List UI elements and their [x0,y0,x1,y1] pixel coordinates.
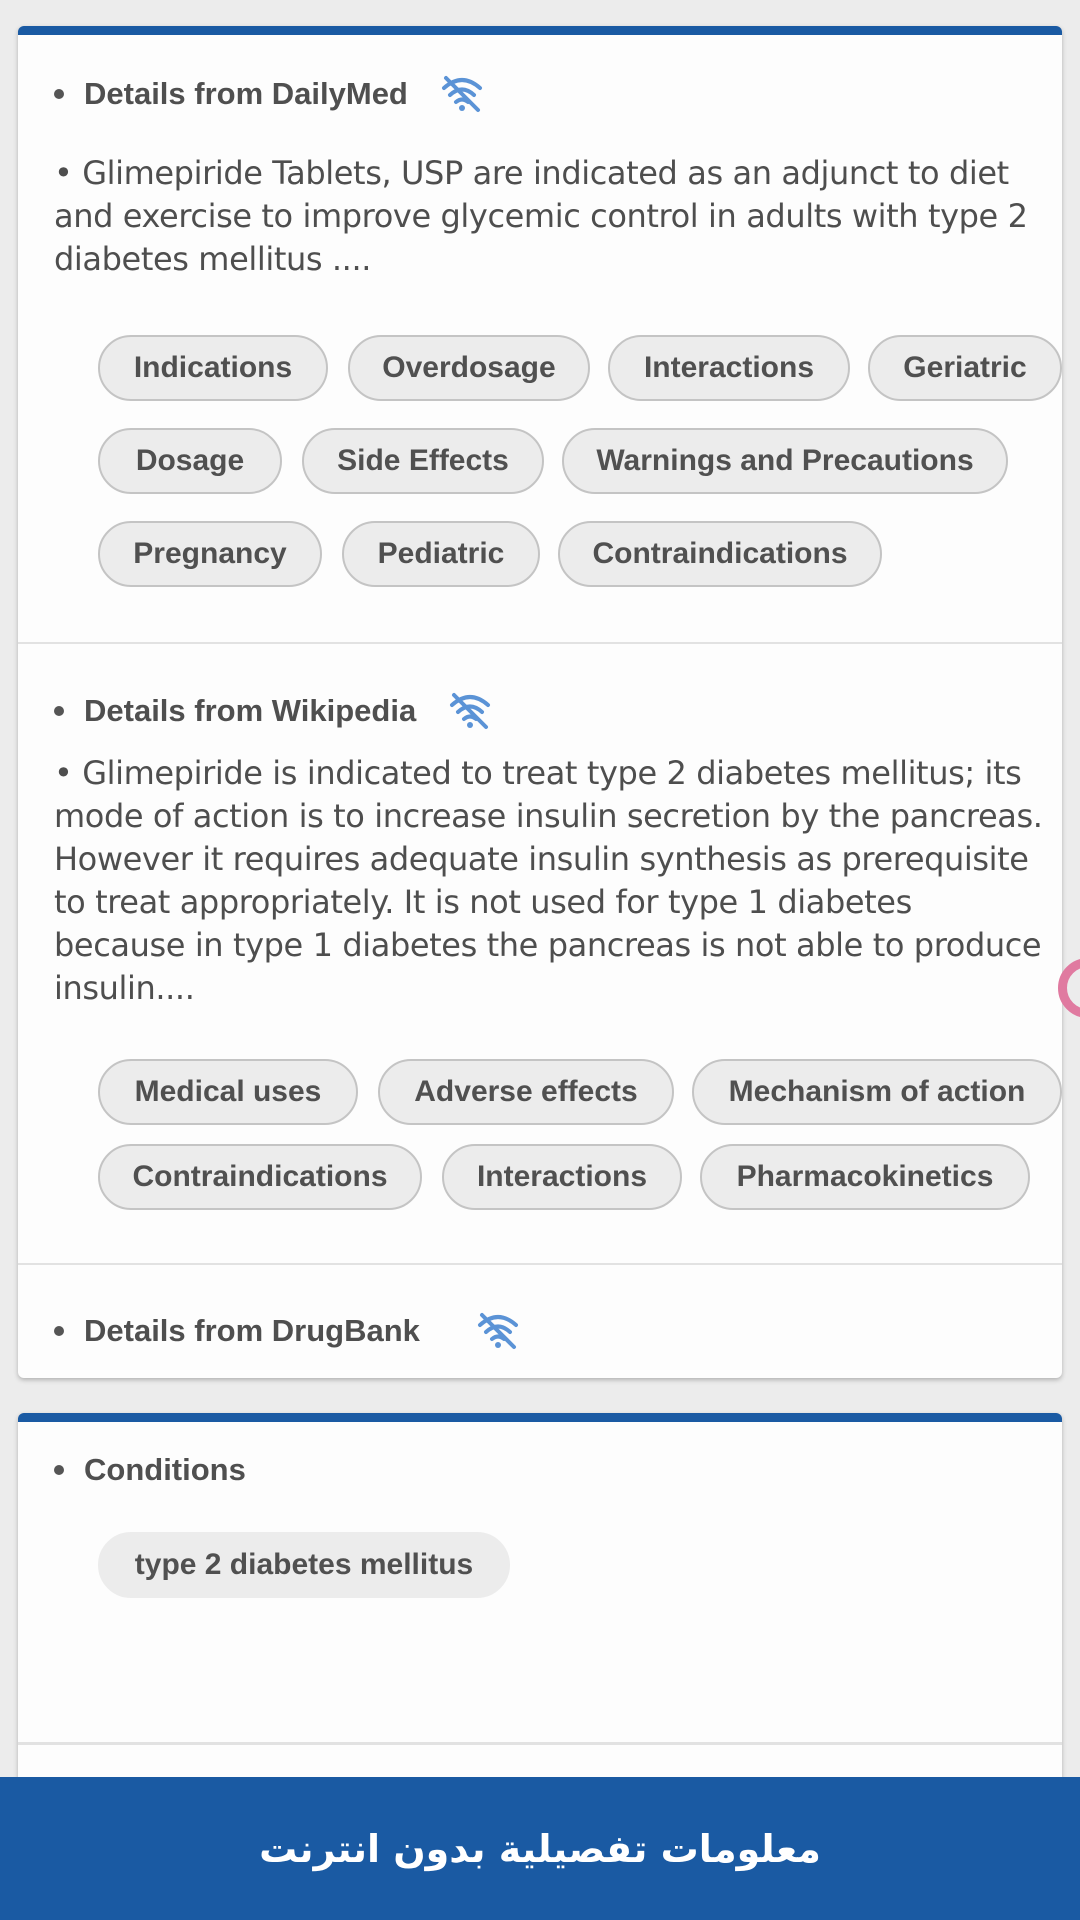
chip-warnings-and-precautions[interactable]: Warnings and Precautions [562,428,1008,494]
offline-details-button[interactable]: معلومات تفصيلية بدون انترنت [0,1777,1080,1920]
chip-interactions[interactable]: Interactions [608,335,850,401]
offline-details-label: معلومات تفصيلية بدون انترنت [259,1826,821,1871]
wikipedia-description: • Glimepiride is indicated to treat type… [54,754,1043,1007]
section-divider [18,1742,1062,1745]
chip-indications[interactable]: Indications [98,335,328,401]
chip-interactions[interactable]: Interactions [442,1144,682,1210]
dailymed-section-heading[interactable]: Details from DailyMed [54,71,484,117]
wifi-off-icon [441,76,482,112]
wifi-off-icon [450,693,491,729]
bullet-icon [54,706,64,716]
chip-geriatric[interactable]: Geriatric [868,335,1062,401]
chip-mechanism-of-action[interactable]: Mechanism of action [692,1059,1062,1125]
dailymed-heading-label: Details from DailyMed [84,76,408,111]
wikipedia-heading-label: Details from Wikipedia [84,693,417,728]
bullet-icon [54,1326,64,1336]
chip-overdosage[interactable]: Overdosage [348,335,590,401]
chip-pharmacokinetics[interactable]: Pharmacokinetics [700,1144,1030,1210]
chip-pediatric[interactable]: Pediatric [342,521,540,587]
conditions-card: Conditions type 2 diabetes mellitus [18,1413,1062,1813]
dailymed-description: • Glimepiride Tablets, USP are indicated… [54,154,1028,278]
chip-side-effects[interactable]: Side Effects [302,428,544,494]
conditions-heading: Conditions [54,1447,246,1493]
bullet-icon [54,89,64,99]
wifi-off-icon [477,1313,518,1349]
conditions-heading-label: Conditions [84,1452,246,1487]
chip-medical-uses[interactable]: Medical uses [98,1059,358,1125]
drugbank-heading-label: Details from DrugBank [84,1313,420,1348]
details-card: Details from DailyMed • Glimepiride Tabl… [18,26,1062,1378]
chip-dosage[interactable]: Dosage [98,428,282,494]
chip-pregnancy[interactable]: Pregnancy [98,521,322,587]
chip-contraindications[interactable]: Contraindications [98,1144,422,1210]
chip-adverse-effects[interactable]: Adverse effects [378,1059,674,1125]
chip-contraindications[interactable]: Contraindications [558,521,882,587]
drugbank-section-heading[interactable]: Details from DrugBank [54,1308,520,1354]
section-divider [18,642,1062,644]
bullet-icon [54,1465,64,1475]
section-divider [18,1263,1062,1265]
wikipedia-section-heading[interactable]: Details from Wikipedia [54,688,492,734]
chip-condition[interactable]: type 2 diabetes mellitus [98,1532,510,1598]
